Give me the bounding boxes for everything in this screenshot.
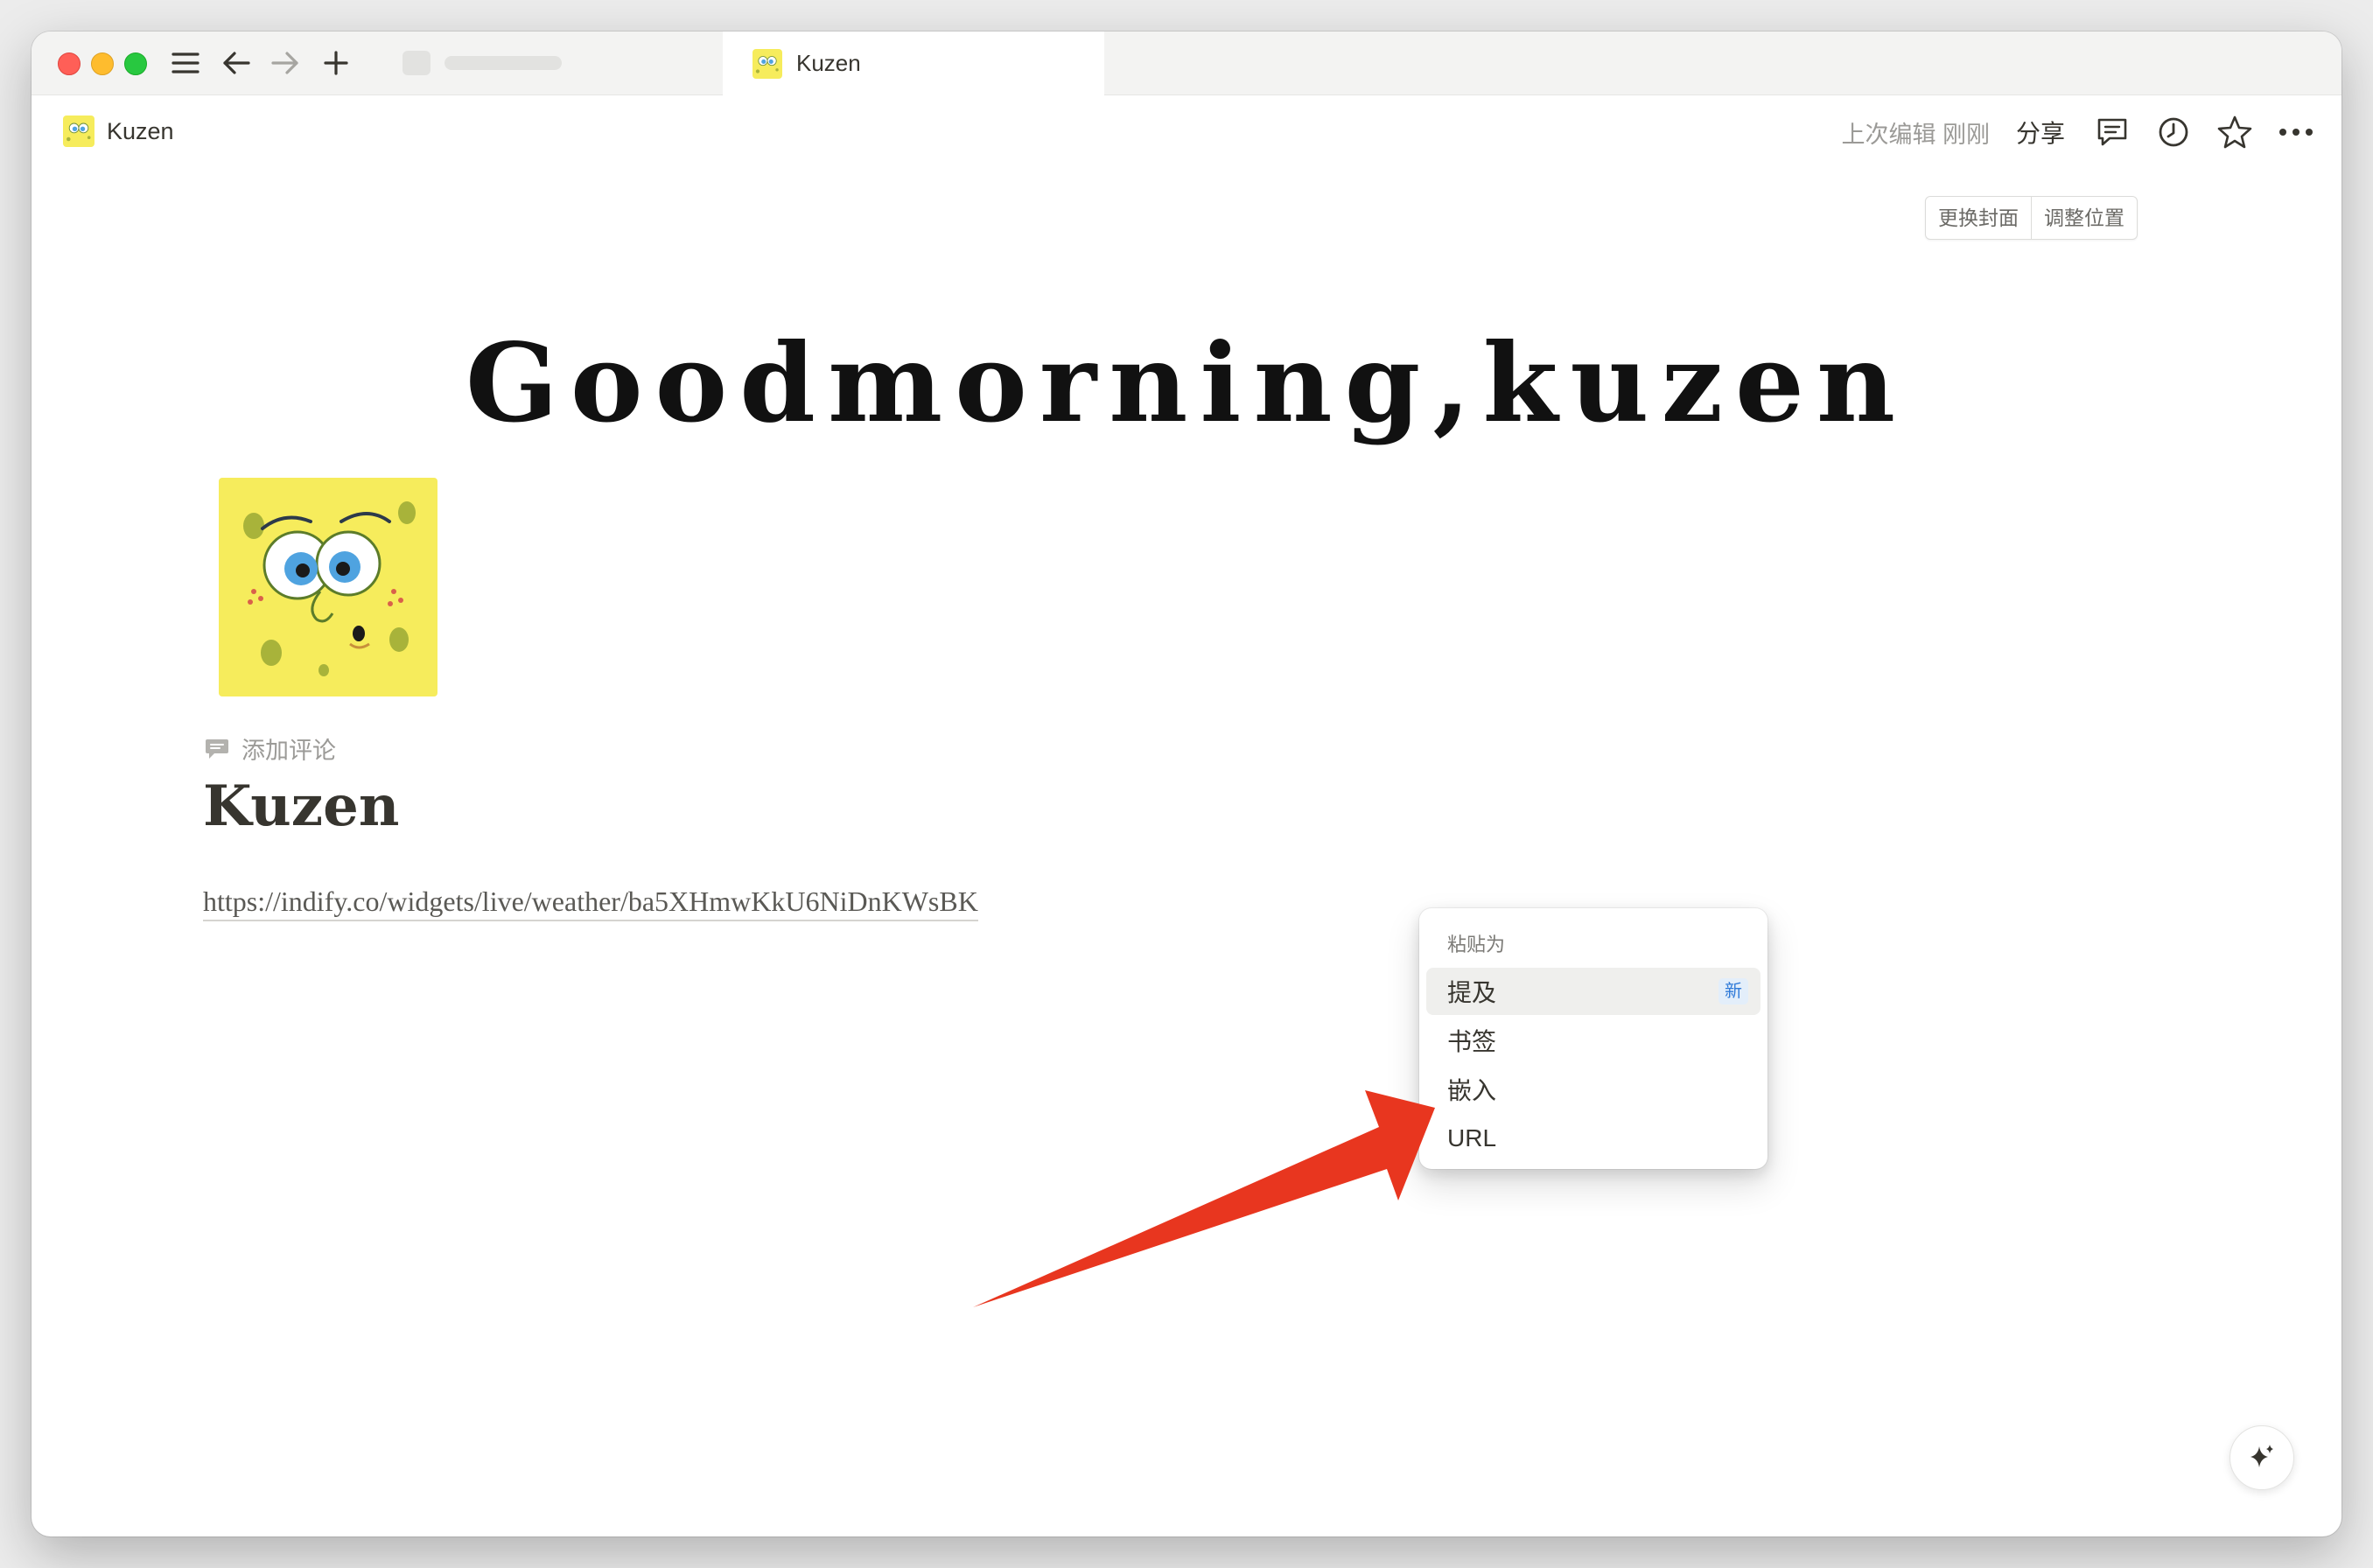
more-dots-icon[interactable] <box>2275 111 2317 153</box>
menu-item-label: URL <box>1447 1124 1497 1152</box>
reposition-button[interactable]: 调整位置 <box>2031 197 2137 239</box>
breadcrumb[interactable]: Kuzen <box>63 116 174 147</box>
menu-item-label: 书签 <box>1447 1028 1497 1055</box>
star-icon[interactable] <box>2214 111 2256 153</box>
comment-icon[interactable] <box>2091 111 2133 153</box>
paste-as-menu: 粘贴为 提及 新 书签 嵌入 URL <box>1419 908 1768 1169</box>
add-comment-label: 添加评论 <box>242 738 336 764</box>
cover-image-text: Goodmorning,kuzen <box>465 320 1908 447</box>
menu-item-embed[interactable]: 嵌入 <box>1426 1066 1760 1113</box>
page-header: Kuzen 上次编辑 刚刚 分享 <box>32 94 2342 175</box>
minimize-window-button[interactable] <box>91 52 114 75</box>
new-badge: 新 <box>1718 978 1748 1004</box>
menu-item-mention[interactable]: 提及 新 <box>1426 968 1760 1015</box>
menu-item-label: 提及 <box>1447 979 1497 1006</box>
menu-item-label: 嵌入 <box>1447 1077 1497 1104</box>
arrow-right-icon[interactable] <box>268 46 303 80</box>
page-icon-spongebob[interactable] <box>219 478 438 696</box>
clock-icon[interactable] <box>2152 111 2194 153</box>
zoom-window-button[interactable] <box>124 52 147 75</box>
last-edited-text: 上次编辑 刚刚 <box>1841 121 1990 148</box>
tab-placeholder-title[interactable] <box>444 56 562 70</box>
tab-placeholder-icon[interactable] <box>402 51 430 75</box>
breadcrumb-title: Kuzen <box>107 117 174 144</box>
spongebob-icon <box>752 48 782 79</box>
share-button[interactable]: 分享 <box>2016 115 2065 150</box>
sparkle-icon <box>2250 1445 2273 1467</box>
app-window: Kuzen Kuzen 上次编辑 刚刚 分享 更换封面 调整位置 Goodmor… <box>32 32 2342 1536</box>
comment-icon <box>206 738 228 759</box>
menu-item-url[interactable]: URL <box>1426 1115 1760 1162</box>
cover-controls: 更换封面 调整位置 <box>1925 196 2138 240</box>
close-window-button[interactable] <box>58 52 80 75</box>
arrow-left-icon[interactable] <box>219 46 254 80</box>
tab-bar: Kuzen <box>32 32 2342 95</box>
menu-heading: 粘贴为 <box>1447 934 1506 956</box>
plus-icon[interactable] <box>318 46 354 80</box>
spongebob-icon <box>63 116 94 147</box>
tab-kuzen[interactable]: Kuzen <box>723 32 1104 95</box>
page-title[interactable]: Kuzen <box>203 774 399 839</box>
change-cover-button[interactable]: 更换封面 <box>1926 197 2031 239</box>
add-comment-button[interactable]: 添加评论 <box>205 732 336 766</box>
pasted-url-text[interactable]: https://indify.co/widgets/live/weather/b… <box>203 886 978 921</box>
tab-title: Kuzen <box>796 50 861 76</box>
menu-item-bookmark[interactable]: 书签 <box>1426 1017 1760 1064</box>
ai-assistant-button[interactable] <box>2230 1425 2294 1490</box>
hamburger-icon[interactable] <box>168 46 203 80</box>
page-actions: 上次编辑 刚刚 分享 <box>1841 110 2317 154</box>
